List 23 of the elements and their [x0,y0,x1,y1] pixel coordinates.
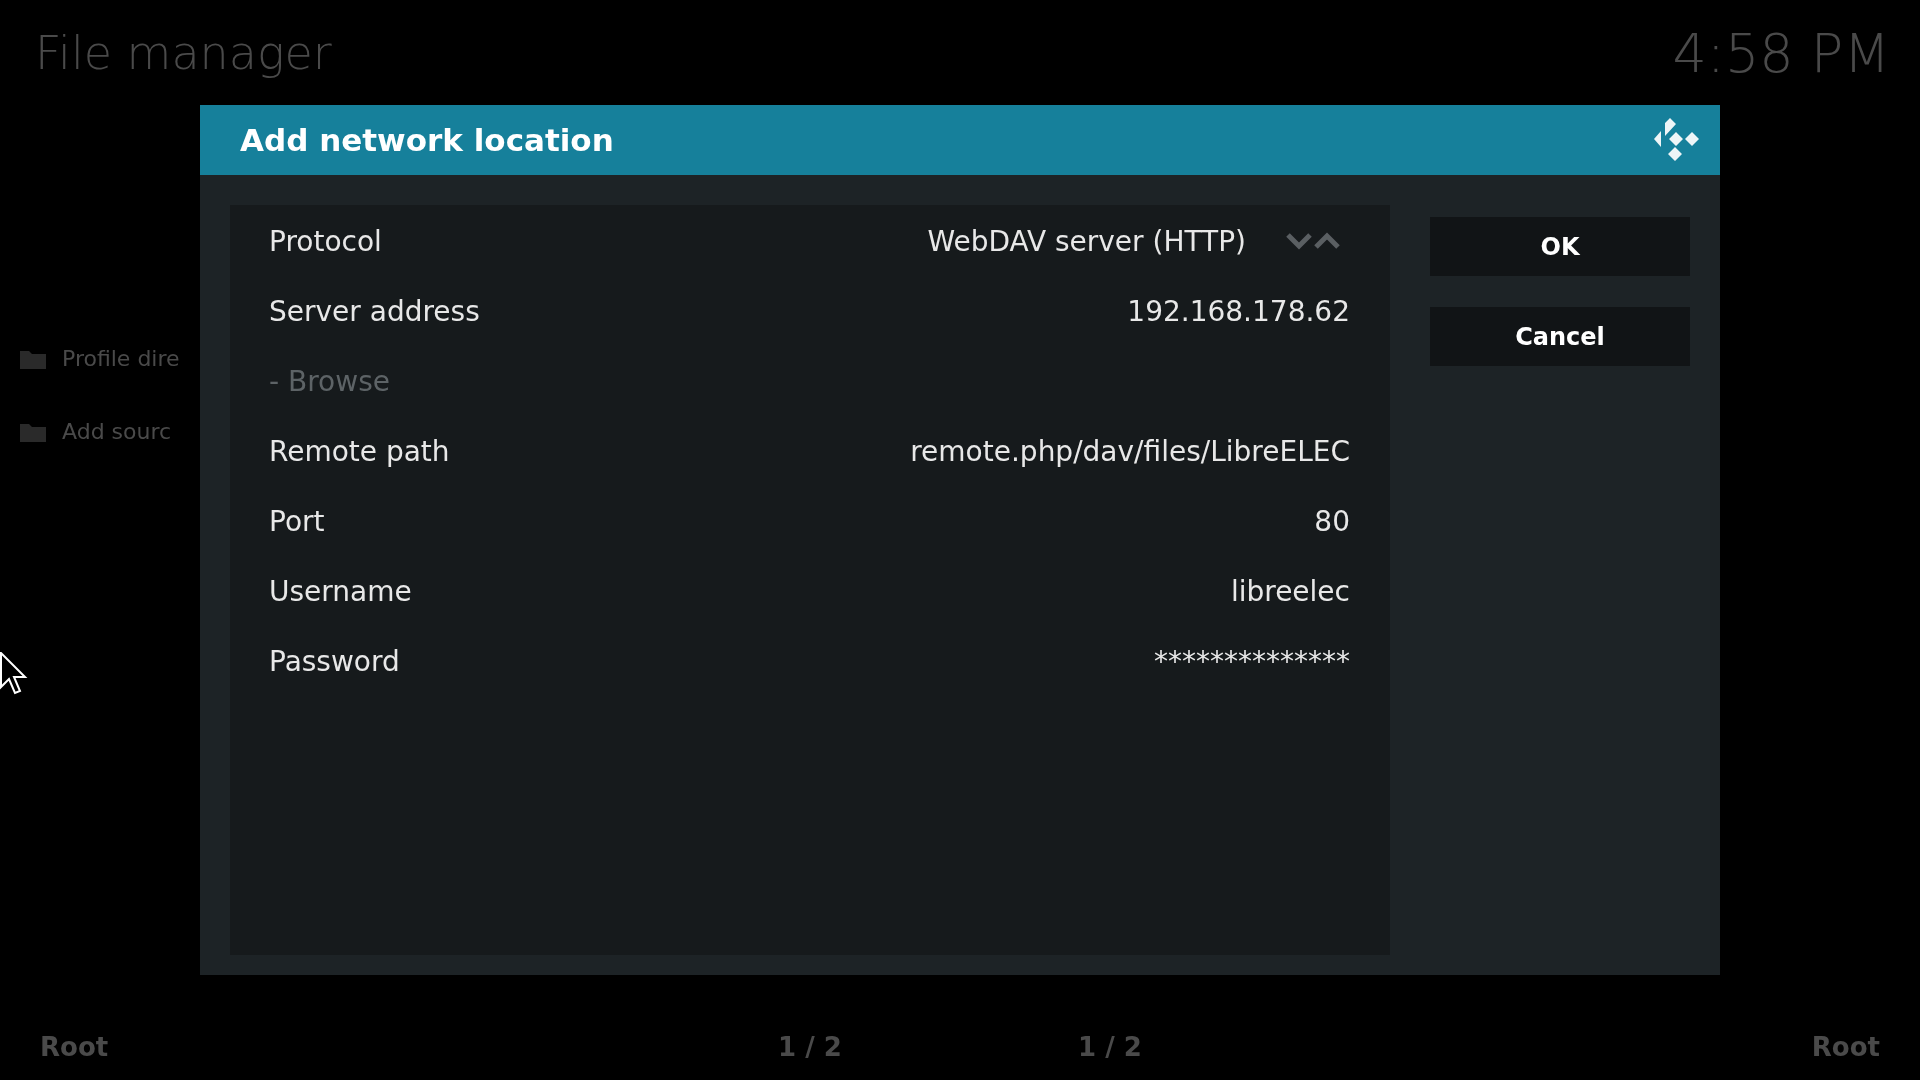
dialog-button[interactable]: OK [1430,217,1690,276]
screen-title: File manager [35,26,332,80]
folder-icon [20,421,46,442]
dialog-button[interactable]: Cancel [1430,307,1690,366]
setting-value: libreelec [1230,574,1350,608]
setting-label[interactable]: Username [269,574,412,608]
clock: 4:58 PM [1672,21,1890,85]
setting-value: 80 [1314,504,1350,538]
setting-label[interactable]: Server address [269,294,480,328]
setting-label[interactable]: Password [269,644,400,678]
setting-label[interactable]: Protocol [269,224,382,258]
page-count: 1 / 2 [1077,1032,1143,1062]
footer-label: Root [1810,1032,1880,1062]
folder-icon [20,348,46,369]
setting-value: remote.php/dav/files/LibreELEC [910,434,1350,468]
dialog-title: Add network location [240,122,614,158]
setting-value: ************** [1154,644,1350,678]
page-count: 1 / 2 [777,1032,843,1062]
setting-label[interactable]: Port [269,504,325,538]
setting-value: WebDAV server (HTTP) [927,224,1246,258]
setting-value: 192.168.178.62 [1127,294,1350,328]
setting-label[interactable]: Remote path [269,434,450,468]
footer-label: Root [40,1032,110,1062]
